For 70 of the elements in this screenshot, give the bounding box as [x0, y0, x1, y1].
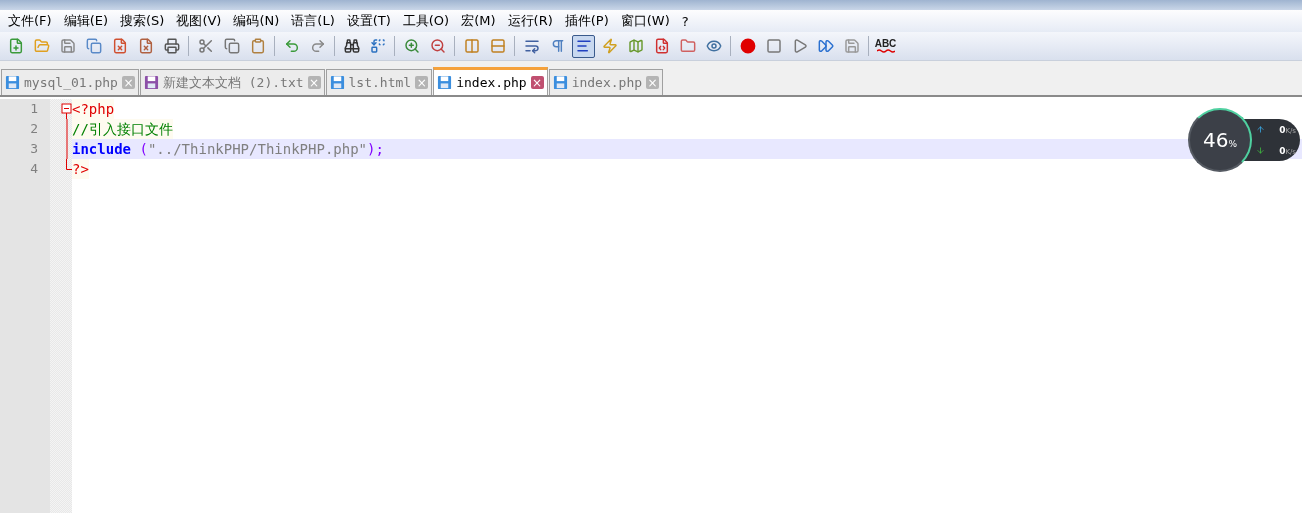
folder-icon [679, 38, 696, 54]
file-tab[interactable]: mysql_01.php × [1, 69, 139, 95]
binoculars-icon [343, 38, 360, 54]
menu-item[interactable]: 插件(P) [558, 12, 615, 30]
menu-item[interactable]: 运行(R) [501, 12, 559, 30]
menu-item[interactable]: 编码(N) [227, 12, 286, 30]
upload-icon [1256, 125, 1266, 134]
wrap-text-icon [523, 38, 540, 54]
lightning-icon [601, 38, 618, 54]
record-icon [739, 38, 756, 54]
clipboard-icon [249, 38, 266, 54]
menu-item[interactable]: 视图(V) [170, 12, 228, 30]
menu-item[interactable]: 编辑(E) [57, 12, 114, 30]
align-left-button[interactable] [572, 34, 595, 58]
redo-icon [309, 38, 326, 54]
line-number: 1 [0, 99, 50, 119]
menu-item[interactable]: 文件(F) [2, 12, 58, 30]
floppy-icon [5, 75, 20, 90]
file-tab[interactable]: index.php × [433, 67, 548, 95]
tab-label: index.php [456, 75, 527, 90]
line-number: 4 [0, 159, 50, 179]
floppy-icon [329, 75, 345, 90]
printer-icon [163, 38, 180, 54]
menu-item[interactable]: 工具(O) [396, 12, 456, 30]
menu-item[interactable]: 窗口(W) [614, 12, 676, 30]
line-number: 3 [0, 139, 50, 159]
save-icon [59, 38, 76, 54]
copy-icon [223, 38, 240, 54]
code-file-icon [653, 38, 670, 54]
rows-icon [489, 38, 506, 54]
align-left-icon [575, 38, 592, 54]
tab-label: mysql_01.php [24, 75, 118, 90]
zoom-out-icon [429, 38, 446, 54]
tab-label: 新建文本文档 (2).txt [162, 73, 304, 92]
save-icon [843, 38, 860, 54]
file-close-icon [111, 38, 128, 54]
undo-icon [283, 38, 300, 54]
percent-sign: % [1228, 139, 1238, 149]
cpu-percent: 46 [1203, 128, 1229, 152]
scissors-icon [197, 38, 214, 54]
close-button[interactable]: × [530, 76, 544, 89]
menu-item[interactable]: 搜索(S) [114, 12, 171, 30]
replace-icon [369, 38, 386, 54]
eye-icon [705, 38, 722, 54]
floppy-icon [437, 75, 453, 90]
menu-item[interactable]: 设置(T) [340, 12, 397, 30]
map-icon [627, 38, 644, 54]
floppy-icon [552, 75, 568, 90]
folder-icon [33, 38, 50, 54]
download-icon [1256, 146, 1266, 155]
columns-icon [463, 38, 480, 54]
copy-icon [85, 38, 102, 54]
line-number: 2 [0, 119, 50, 139]
file-tab[interactable]: lst.html × [325, 69, 433, 95]
tab-label: index.php [571, 75, 643, 90]
fast-forward-icon [817, 38, 834, 54]
tab-label: lst.html [348, 75, 412, 90]
spell-check-button[interactable]: ABC [874, 34, 897, 58]
file-tab[interactable]: index.php × [548, 69, 664, 95]
new-file-icon [7, 38, 24, 54]
menu-item[interactable]: 宏(M) [455, 12, 502, 30]
menu-item[interactable]: 语言(L) [285, 12, 341, 30]
file-tab[interactable]: 新建文本文档 (2).txt × [139, 69, 325, 95]
zoom-in-icon [403, 38, 420, 54]
file-close-icon [137, 38, 154, 54]
squiggle-icon [876, 49, 895, 53]
code-line: include ("../ThinkPHP/ThinkPHP.php"); [72, 140, 384, 159]
floppy-icon [143, 75, 159, 90]
stop-icon [765, 38, 782, 54]
menu-item[interactable]: ? [675, 13, 695, 29]
